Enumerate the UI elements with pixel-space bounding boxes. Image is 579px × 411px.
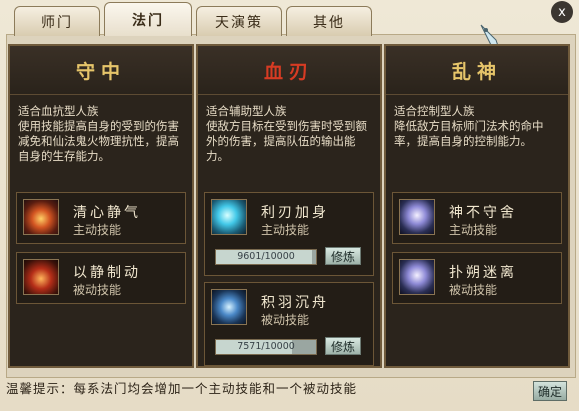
skill-type: 主动技能 [449, 223, 498, 237]
cultivate-button[interactable]: 修炼 [325, 247, 361, 265]
footer-tip: 温馨提示：每系法门均会增加一个主动技能和一个被动技能 [6, 381, 358, 396]
branch-column-luanshen: 乱神 适合控制型人族 降低敌方目标师门法术的命中率，提高自身的控制能力。 神不守… [384, 44, 570, 368]
meditation-fire-icon [23, 199, 59, 235]
branch-title: 血刃 [198, 46, 380, 95]
skill-name: 积羽沉舟 [261, 295, 329, 311]
skill-name: 以静制动 [73, 265, 141, 281]
skill-type: 主动技能 [73, 223, 122, 237]
skill-name: 清心静气 [73, 205, 141, 221]
skill-type: 被动技能 [261, 313, 310, 327]
branch-column-xueren: 血刃 适合辅助型人族 使敌方目标在受到伤害时受到额外的伤害，提高队伍的输出能力。… [196, 44, 382, 368]
tab-tianyance[interactable]: 天演策 [196, 6, 282, 36]
confirm-button[interactable]: 确定 [533, 381, 567, 401]
skill-slot[interactable]: 清心静气 主动技能 [16, 192, 186, 244]
skill-slot[interactable]: 扑朔迷离 被动技能 [392, 252, 562, 304]
progress-bar: 9601/10000 [215, 249, 317, 265]
cultivate-button[interactable]: 修炼 [325, 337, 361, 355]
blade-aura-icon [211, 199, 247, 235]
skill-slot[interactable]: 以静制动 被动技能 [16, 252, 186, 304]
skill-slot[interactable]: 利刃加身 主动技能 9601/10000 修炼 [204, 192, 374, 276]
skill-name: 神不守舍 [449, 205, 517, 221]
tab-other[interactable]: 其他 [286, 6, 372, 36]
skill-type: 主动技能 [261, 223, 310, 237]
spirit-figure-icon [399, 199, 435, 235]
skill-slot[interactable]: 神不守舍 主动技能 [392, 192, 562, 244]
branch-description: 适合血抗型人族 使用技能提高自身的受到的伤害减免和仙法鬼火物理抗性，提高自身的生… [18, 104, 179, 163]
branch-title: 守中 [10, 46, 192, 95]
tab-famen[interactable]: 法门 [104, 2, 192, 36]
progress-text: 7571/10000 [237, 341, 295, 352]
progress-bar: 7571/10000 [215, 339, 317, 355]
tab-shimen[interactable]: 师门 [14, 6, 100, 36]
close-icon[interactable]: x [551, 1, 573, 23]
branch-column-shouzhong: 守中 适合血抗型人族 使用技能提高自身的受到的伤害减免和仙法鬼火物理抗性，提高自… [8, 44, 194, 368]
branch-description: 适合控制型人族 降低敌方目标师门法术的命中率，提高自身的控制能力。 [394, 104, 544, 148]
skill-type: 被动技能 [73, 283, 122, 297]
branch-description: 适合辅助型人族 使敌方目标在受到伤害时受到额外的伤害，提高队伍的输出能力。 [206, 104, 367, 163]
branch-title: 乱神 [386, 46, 568, 95]
illusion-burst-icon [399, 259, 435, 295]
martial-arts-window: 师门 法门 天演策 其他 x 守中 适合血抗型人族 使用技能提高自身的受到的伤害… [0, 0, 579, 411]
feather-sink-icon [211, 289, 247, 325]
skill-slot[interactable]: 积羽沉舟 被动技能 7571/10000 修炼 [204, 282, 374, 366]
progress-text: 9601/10000 [237, 251, 295, 262]
skill-name: 利刃加身 [261, 205, 329, 221]
skill-type: 被动技能 [449, 283, 498, 297]
skill-name: 扑朔迷离 [449, 265, 517, 281]
flame-skill-icon [23, 259, 59, 295]
